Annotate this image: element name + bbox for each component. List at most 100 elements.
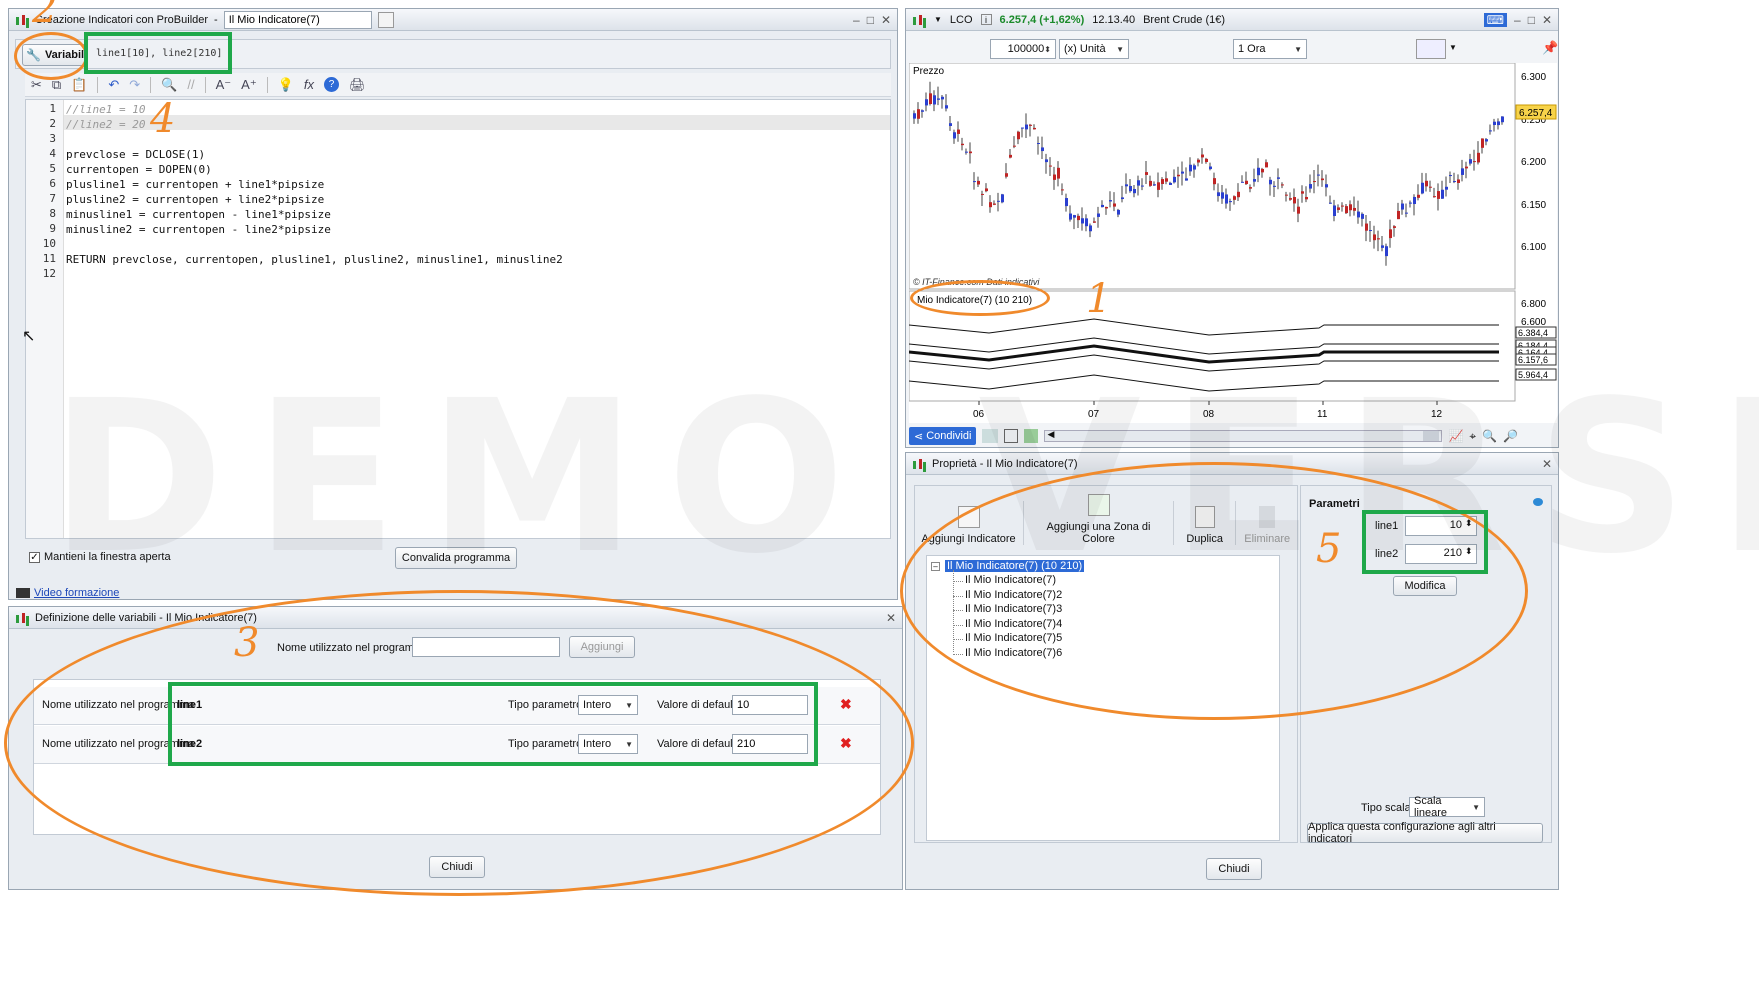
- indicator-app-icon: [15, 14, 29, 26]
- close-icon[interactable]: ✕: [886, 611, 896, 625]
- apply-config-button[interactable]: Applica questa configurazione agli altri…: [1307, 821, 1543, 845]
- candle-body: [1009, 154, 1012, 158]
- candle-body: [1281, 184, 1284, 186]
- props-close-button[interactable]: Chiudi: [1206, 858, 1262, 880]
- chevron-down-icon[interactable]: ▼: [1449, 43, 1457, 52]
- candle-body: [1481, 138, 1484, 148]
- chart-symbol[interactable]: LCO: [950, 14, 973, 26]
- candle-body: [989, 202, 992, 208]
- candle-body: [1349, 204, 1352, 211]
- redo-icon[interactable]: ↷: [129, 77, 140, 93]
- maximize-icon[interactable]: □: [1528, 13, 1535, 27]
- candle-body: [1145, 172, 1148, 175]
- line-number: 10: [42, 237, 56, 250]
- search-icon[interactable]: 🔍: [161, 77, 177, 93]
- candle-body: [1205, 158, 1208, 163]
- candle-body: [1165, 178, 1168, 182]
- candle-body: [941, 96, 944, 100]
- close-icon[interactable]: ✕: [881, 13, 891, 27]
- candle-body: [1081, 218, 1084, 224]
- lightbulb-icon[interactable]: 💡: [278, 77, 294, 93]
- scale-type-select[interactable]: Scala lineare ▼: [1409, 795, 1485, 819]
- candle-body: [1105, 206, 1108, 209]
- indicator-tick-label: 6.600: [1521, 317, 1546, 328]
- candle-body: [1473, 161, 1476, 163]
- candle-body: [1465, 166, 1468, 169]
- candle-body: [1197, 159, 1200, 163]
- font-decrease-icon[interactable]: A⁻: [216, 77, 232, 93]
- chart-app-icon: [912, 14, 926, 26]
- candle-body: [1341, 205, 1344, 207]
- price-tick-label: 6.150: [1521, 200, 1546, 211]
- line-number: 11: [42, 252, 56, 265]
- candle-body: [945, 105, 948, 109]
- candle-body: [1021, 127, 1024, 129]
- candle-body: [1345, 206, 1348, 214]
- candle-body: [1061, 189, 1064, 191]
- candle-body: [1297, 206, 1300, 214]
- indicator-name-field[interactable]: [223, 10, 372, 29]
- candle-body: [1405, 212, 1408, 214]
- annotation-box-parameters: [1362, 510, 1488, 574]
- close-icon[interactable]: ✕: [1542, 13, 1552, 27]
- candle-body: [1137, 180, 1140, 186]
- candle-body: [957, 129, 960, 134]
- code-line: RETURN prevclose, currentopen, plusline1…: [66, 253, 563, 266]
- candle-body: [1141, 185, 1144, 187]
- undo-icon[interactable]: ↶: [108, 77, 119, 93]
- candle-body: [1401, 203, 1404, 210]
- candle-body: [925, 99, 928, 106]
- keyboard-icon[interactable]: ⌨: [1483, 12, 1507, 27]
- candle-body: [1293, 197, 1296, 204]
- candle-body: [1329, 202, 1332, 204]
- function-icon[interactable]: fx: [304, 77, 314, 92]
- candle-body: [1245, 180, 1248, 185]
- candle-body: [1257, 167, 1260, 176]
- minimize-icon[interactable]: –: [1514, 13, 1521, 27]
- unit-select[interactable]: (x) Unità ▼: [1059, 39, 1129, 59]
- candle-body: [917, 109, 920, 119]
- font-increase-icon[interactable]: A⁺: [241, 77, 257, 93]
- candle-body: [961, 143, 964, 146]
- annotation-number-4: 4: [150, 96, 176, 142]
- film-icon: [16, 588, 30, 598]
- candle-body: [1161, 179, 1164, 184]
- code-line: //line2 = 20: [66, 118, 146, 131]
- line-number: 9: [49, 222, 56, 235]
- candle-body: [1041, 147, 1044, 152]
- candle-body: [1445, 186, 1448, 190]
- line-number: 5: [49, 162, 56, 175]
- candle-body: [1409, 202, 1412, 204]
- probuilder-title: Creazione Indicatori con ProBuilder: [35, 13, 209, 26]
- candle-body: [1089, 225, 1092, 232]
- candle-body: [1309, 184, 1312, 189]
- current-line-highlight: [64, 115, 890, 130]
- code-line: prevclose = DCLOSE(1): [66, 148, 206, 161]
- minimize-icon[interactable]: –: [853, 13, 860, 27]
- chart-type-icon[interactable]: [1416, 39, 1446, 59]
- candle-body: [1353, 207, 1356, 211]
- candle-body: [913, 113, 916, 119]
- candle-body: [1181, 171, 1184, 174]
- candle-body: [1225, 194, 1228, 204]
- quantity-stepper[interactable]: 100000 ⬍: [990, 39, 1056, 59]
- dropdown-icon[interactable]: ▼: [934, 15, 942, 24]
- paste-icon[interactable]: 📋: [71, 77, 87, 93]
- maximize-icon[interactable]: □: [867, 13, 874, 27]
- pin-icon[interactable]: 📌: [1542, 40, 1558, 56]
- candle-body: [1249, 187, 1252, 189]
- candle-body: [1237, 191, 1240, 198]
- candle-body: [949, 123, 952, 126]
- help-icon[interactable]: ?: [324, 77, 340, 92]
- info-icon[interactable]: i: [980, 14, 992, 25]
- print-icon[interactable]: 🖨: [349, 77, 366, 93]
- candle-body: [1113, 203, 1116, 207]
- timeframe-select[interactable]: 1 Ora ▼: [1233, 39, 1307, 59]
- line-number: 8: [49, 207, 56, 220]
- annotation-ellipse-5: [900, 462, 1528, 720]
- last-price-label: 6.257,4: [1519, 108, 1553, 119]
- rename-icon[interactable]: [377, 11, 394, 28]
- candle-body: [1333, 205, 1336, 216]
- chart-quote: 6.257,4 (+1,62%): [999, 13, 1085, 26]
- comment-icon[interactable]: //: [187, 77, 194, 92]
